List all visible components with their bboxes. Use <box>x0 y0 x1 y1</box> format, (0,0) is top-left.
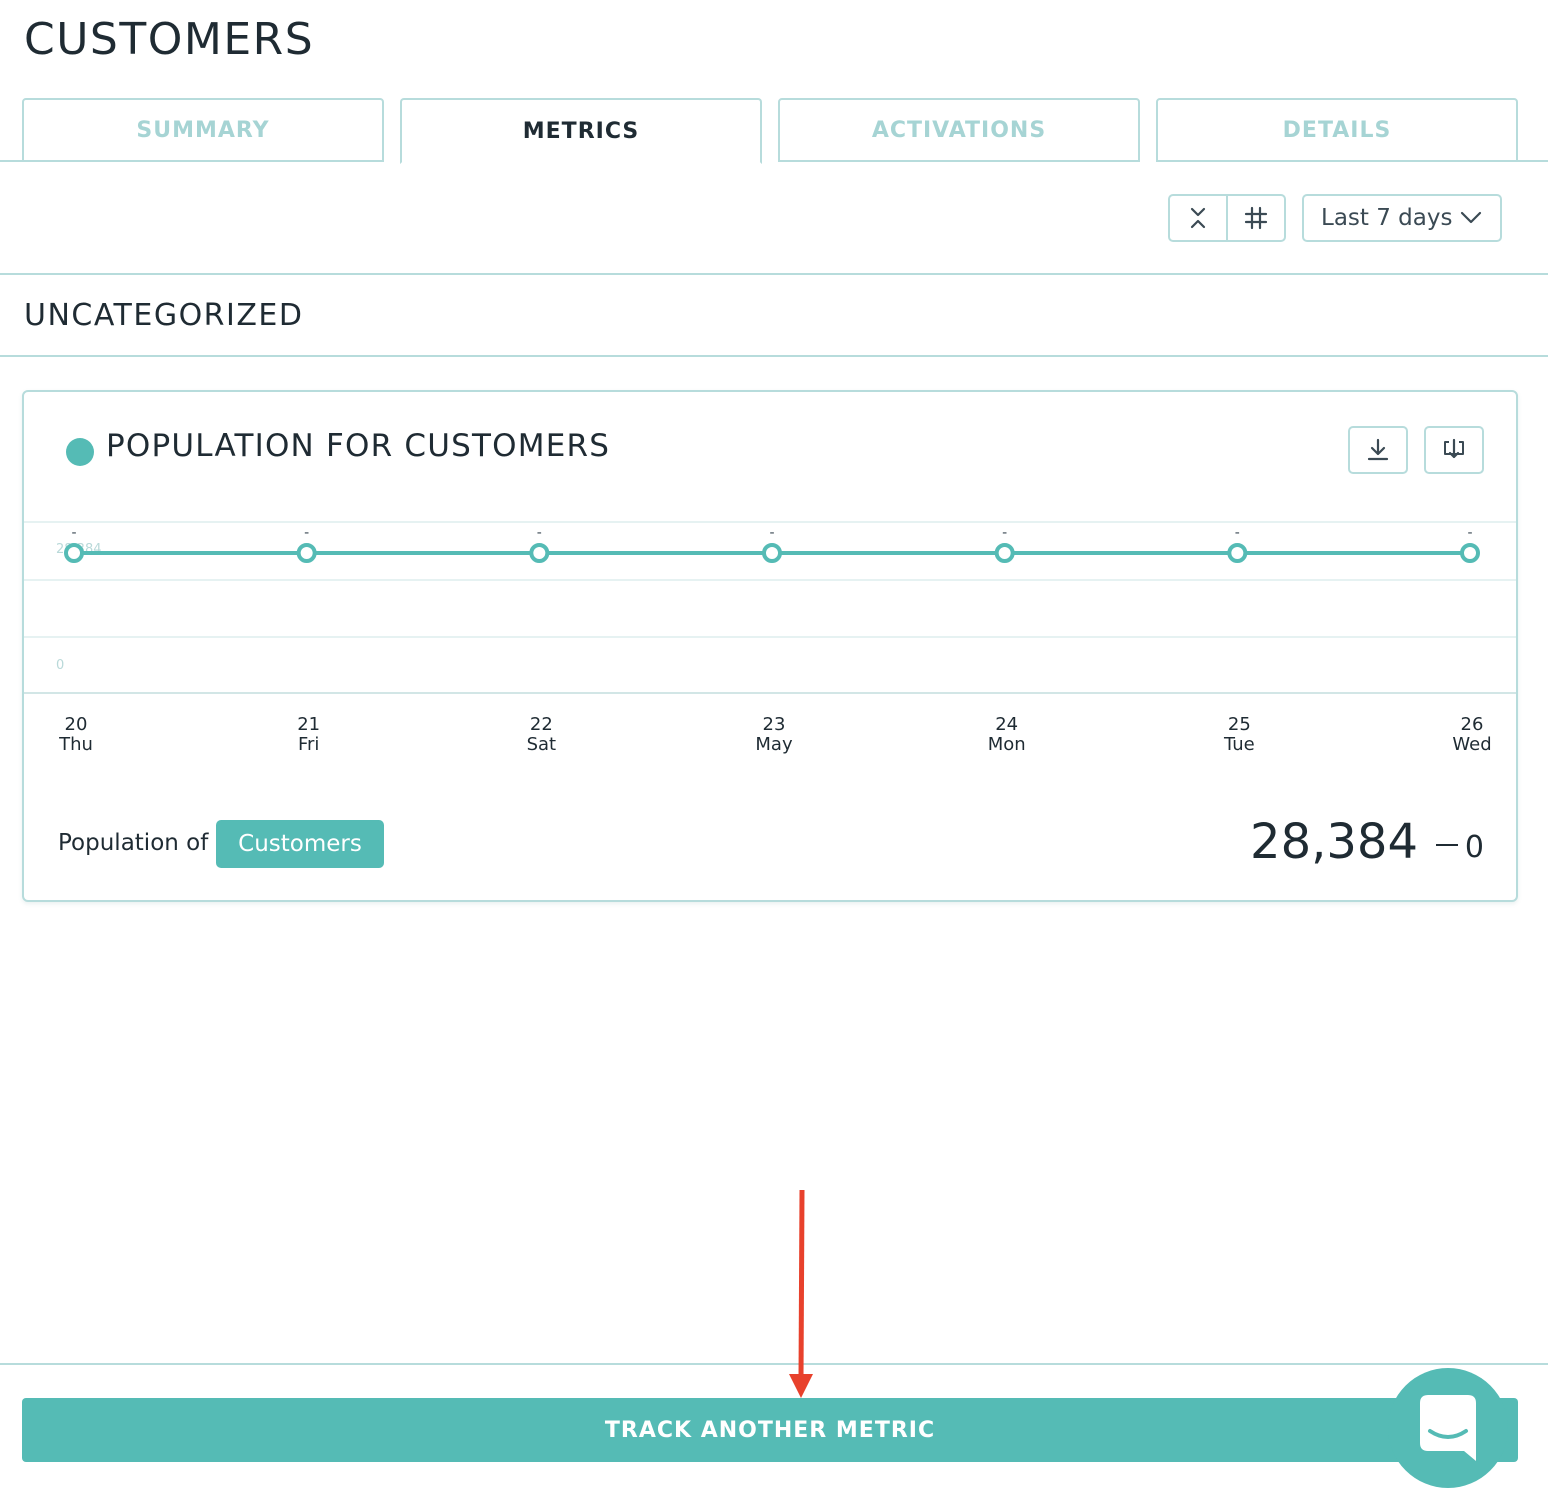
x-tick-weekday: Thu <box>58 734 93 755</box>
page-title: CUSTOMERS <box>24 14 315 65</box>
data-point <box>762 543 782 563</box>
collapse-icon <box>1190 207 1206 229</box>
x-tick-day: 25 <box>1228 714 1251 735</box>
x-tick-weekday: Fri <box>298 734 319 755</box>
data-point <box>529 543 550 563</box>
x-tick-day: 24 <box>995 714 1018 735</box>
track-another-metric-button[interactable]: TRACK ANOTHER METRIC <box>22 1398 1518 1462</box>
x-tick-day: 26 <box>1461 714 1484 735</box>
divider <box>0 273 1548 275</box>
date-range-select[interactable]: Last 7 days <box>1302 194 1502 242</box>
chevron-down-icon <box>1460 211 1482 224</box>
tab-details[interactable]: DETAILS <box>1156 98 1518 162</box>
data-label: - <box>1235 525 1240 541</box>
tabs-divider <box>0 160 22 162</box>
section-title: UNCATEGORIZED <box>24 298 304 333</box>
x-tick-weekday: Wed <box>1452 734 1491 755</box>
delta-dash <box>1436 844 1458 846</box>
x-tick-day: 20 <box>65 714 88 735</box>
data-label: - <box>537 525 542 541</box>
x-tick-weekday: May <box>755 734 793 755</box>
segment-chip[interactable]: Customers <box>216 820 384 868</box>
hash-icon <box>1244 206 1268 230</box>
divider <box>0 355 1548 357</box>
number-format-button[interactable] <box>1226 196 1284 240</box>
data-point <box>1460 543 1480 563</box>
data-point <box>994 543 1015 563</box>
population-line-chart: 28,3840-------20Thu21Fri22Sat23May24Mon2… <box>24 521 1516 755</box>
x-tick-day: 21 <box>297 714 320 735</box>
view-toggle-group <box>1168 194 1286 242</box>
data-point <box>1227 543 1248 563</box>
chat-launcher[interactable] <box>1388 1368 1508 1488</box>
data-label: - <box>1002 525 1007 541</box>
collapse-button[interactable] <box>1170 196 1226 240</box>
y-tick-label: 0 <box>56 658 64 673</box>
tabs-divider <box>1516 160 1548 162</box>
divider <box>0 1363 1548 1365</box>
x-tick-day: 23 <box>763 714 786 735</box>
metric-value: 28,384 <box>1250 814 1418 870</box>
data-label: - <box>71 525 76 541</box>
x-tick-day: 22 <box>530 714 553 735</box>
metric-card: POPULATION FOR CUSTOMERS 28,3840-------2… <box>22 390 1518 902</box>
date-range-value: Last 7 days <box>1321 205 1453 231</box>
data-label: - <box>769 525 774 541</box>
data-point <box>64 543 84 563</box>
data-label: - <box>304 525 309 541</box>
x-tick-weekday: Tue <box>1223 734 1255 755</box>
x-tick-weekday: Sat <box>527 734 557 755</box>
data-point <box>296 543 317 563</box>
tab-metrics[interactable]: METRICS <box>400 98 762 164</box>
data-label: - <box>1467 525 1472 541</box>
tab-activations[interactable]: ACTIVATIONS <box>778 98 1140 162</box>
population-label: Population of <box>58 830 209 856</box>
tab-summary[interactable]: SUMMARY <box>22 98 384 162</box>
metric-delta: 0 <box>1464 830 1484 865</box>
chat-icon <box>1420 1395 1476 1461</box>
x-tick-weekday: Mon <box>988 734 1026 755</box>
